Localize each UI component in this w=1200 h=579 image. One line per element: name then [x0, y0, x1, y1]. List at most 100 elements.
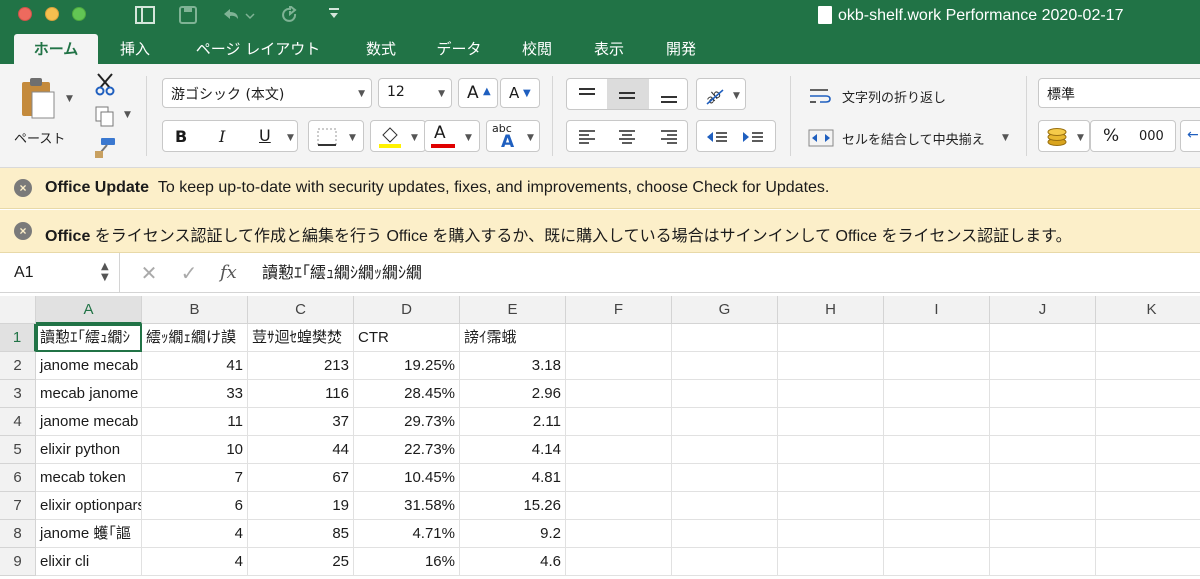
cell-b1[interactable]: 繧ｯ繝ｪ繝け謨 — [142, 324, 248, 352]
cell-f6[interactable] — [566, 464, 672, 492]
cell-h7[interactable] — [778, 492, 884, 520]
fill-color-button[interactable]: ▼ — [370, 120, 426, 152]
cell-f4[interactable] — [566, 408, 672, 436]
cell-c3[interactable]: 116 — [248, 380, 354, 408]
orientation-button[interactable]: ab ▼ — [696, 78, 746, 110]
cell-g6[interactable] — [672, 464, 778, 492]
cell-h1[interactable] — [778, 324, 884, 352]
cell-d4[interactable]: 29.73% — [354, 408, 460, 436]
column-header-c[interactable]: C — [248, 296, 354, 324]
paste-clipboard-icon[interactable] — [18, 74, 58, 122]
cell-a3[interactable]: mecab janome — [36, 380, 142, 408]
copy-options-chevron-icon[interactable]: ▼ — [124, 110, 131, 120]
cell-i8[interactable] — [884, 520, 990, 548]
cell-a5[interactable]: elixir python — [36, 436, 142, 464]
cell-e4[interactable]: 2.11 — [460, 408, 566, 436]
cell-d3[interactable]: 28.45% — [354, 380, 460, 408]
close-window-button[interactable] — [18, 7, 32, 21]
zoom-window-button[interactable] — [72, 7, 86, 21]
cell-c6[interactable]: 67 — [248, 464, 354, 492]
cell-e8[interactable]: 9.2 — [460, 520, 566, 548]
increase-decimal-button[interactable]: ← — [1180, 120, 1200, 152]
cell-f9[interactable] — [566, 548, 672, 576]
cell-d9[interactable]: 16% — [354, 548, 460, 576]
font-name-select[interactable]: 游ゴシック (本文) ▼ — [162, 78, 372, 108]
cell-c5[interactable]: 44 — [248, 436, 354, 464]
cell-c8[interactable]: 85 — [248, 520, 354, 548]
number-format-select[interactable]: 標準 — [1038, 78, 1200, 108]
cell-i2[interactable] — [884, 352, 990, 380]
cell-j7[interactable] — [990, 492, 1096, 520]
cell-g5[interactable] — [672, 436, 778, 464]
cell-a8[interactable]: janome 蠖｢謳 — [36, 520, 142, 548]
row-header[interactable]: 2 — [0, 352, 36, 380]
italic-button[interactable]: I — [219, 127, 225, 146]
comma-style-button[interactable]: 000 — [1139, 129, 1164, 144]
cell-k3[interactable] — [1096, 380, 1200, 408]
cell-j5[interactable] — [990, 436, 1096, 464]
cell-h5[interactable] — [778, 436, 884, 464]
grow-font-button[interactable]: A ▲ — [458, 78, 498, 108]
cancel-entry-icon[interactable]: ✕ — [136, 253, 162, 293]
underline-button[interactable]: U — [259, 126, 271, 145]
column-header-e[interactable]: E — [460, 296, 566, 324]
wrap-text-label[interactable]: 文字列の折り返し — [842, 87, 946, 106]
customize-toolbar-icon[interactable] — [324, 2, 344, 28]
cell-j3[interactable] — [990, 380, 1096, 408]
cell-a2[interactable]: janome mecab — [36, 352, 142, 380]
dismiss-banner-icon[interactable]: × — [14, 179, 32, 197]
column-header-f[interactable]: F — [566, 296, 672, 324]
cell-b6[interactable]: 7 — [142, 464, 248, 492]
cell-i1[interactable] — [884, 324, 990, 352]
formula-input[interactable]: 讀懃ｴ｢繧ｭ繝ｼ繝ｯ繝ｼ繝 — [262, 253, 422, 293]
cell-c2[interactable]: 213 — [248, 352, 354, 380]
cut-scissors-icon[interactable] — [92, 72, 118, 96]
cell-b8[interactable]: 4 — [142, 520, 248, 548]
cell-k8[interactable] — [1096, 520, 1200, 548]
tab-insert[interactable]: 挿入 — [108, 34, 162, 64]
column-header-h[interactable]: H — [778, 296, 884, 324]
select-all-corner[interactable] — [0, 296, 36, 324]
cell-d2[interactable]: 19.25% — [354, 352, 460, 380]
cell-i9[interactable] — [884, 548, 990, 576]
cell-h3[interactable] — [778, 380, 884, 408]
align-left-icon[interactable] — [577, 127, 597, 147]
column-header-d[interactable]: D — [354, 296, 460, 324]
chevron-down-icon[interactable]: ▼ — [287, 133, 294, 143]
dismiss-banner-icon[interactable]: × — [14, 222, 32, 240]
cell-e1[interactable]: 謗ｲ霈蛾 — [460, 324, 566, 352]
cell-a7[interactable]: elixir optionparser — [36, 492, 142, 520]
sidebar-toggle-icon[interactable] — [132, 2, 158, 28]
tab-review[interactable]: 校閲 — [508, 34, 566, 64]
row-header[interactable]: 9 — [0, 548, 36, 576]
cell-c9[interactable]: 25 — [248, 548, 354, 576]
cell-b7[interactable]: 6 — [142, 492, 248, 520]
cell-j1[interactable] — [990, 324, 1096, 352]
merge-center-label[interactable]: セルを結合して中央揃え — [842, 129, 985, 148]
cell-j4[interactable] — [990, 408, 1096, 436]
accounting-format-button[interactable]: ▼ — [1038, 120, 1090, 152]
column-header-b[interactable]: B — [142, 296, 248, 324]
cell-c4[interactable]: 37 — [248, 408, 354, 436]
cell-a1[interactable]: 讀懃ｴ｢繧ｭ繝ｼ — [36, 324, 142, 352]
cell-b5[interactable]: 10 — [142, 436, 248, 464]
tab-view[interactable]: 表示 — [580, 34, 638, 64]
row-header[interactable]: 3 — [0, 380, 36, 408]
cell-h4[interactable] — [778, 408, 884, 436]
bold-button[interactable]: B — [175, 127, 187, 146]
align-center-icon[interactable] — [617, 127, 637, 147]
cell-h6[interactable] — [778, 464, 884, 492]
cell-k4[interactable] — [1096, 408, 1200, 436]
tab-developer[interactable]: 開発 — [652, 34, 710, 64]
cell-f7[interactable] — [566, 492, 672, 520]
cell-b4[interactable]: 11 — [142, 408, 248, 436]
cell-k6[interactable] — [1096, 464, 1200, 492]
cell-f3[interactable] — [566, 380, 672, 408]
cell-j9[interactable] — [990, 548, 1096, 576]
align-middle-icon[interactable] — [617, 85, 637, 105]
cell-e9[interactable]: 4.6 — [460, 548, 566, 576]
cell-i3[interactable] — [884, 380, 990, 408]
cell-b9[interactable]: 4 — [142, 548, 248, 576]
align-top-icon[interactable] — [577, 85, 597, 105]
row-header[interactable]: 5 — [0, 436, 36, 464]
